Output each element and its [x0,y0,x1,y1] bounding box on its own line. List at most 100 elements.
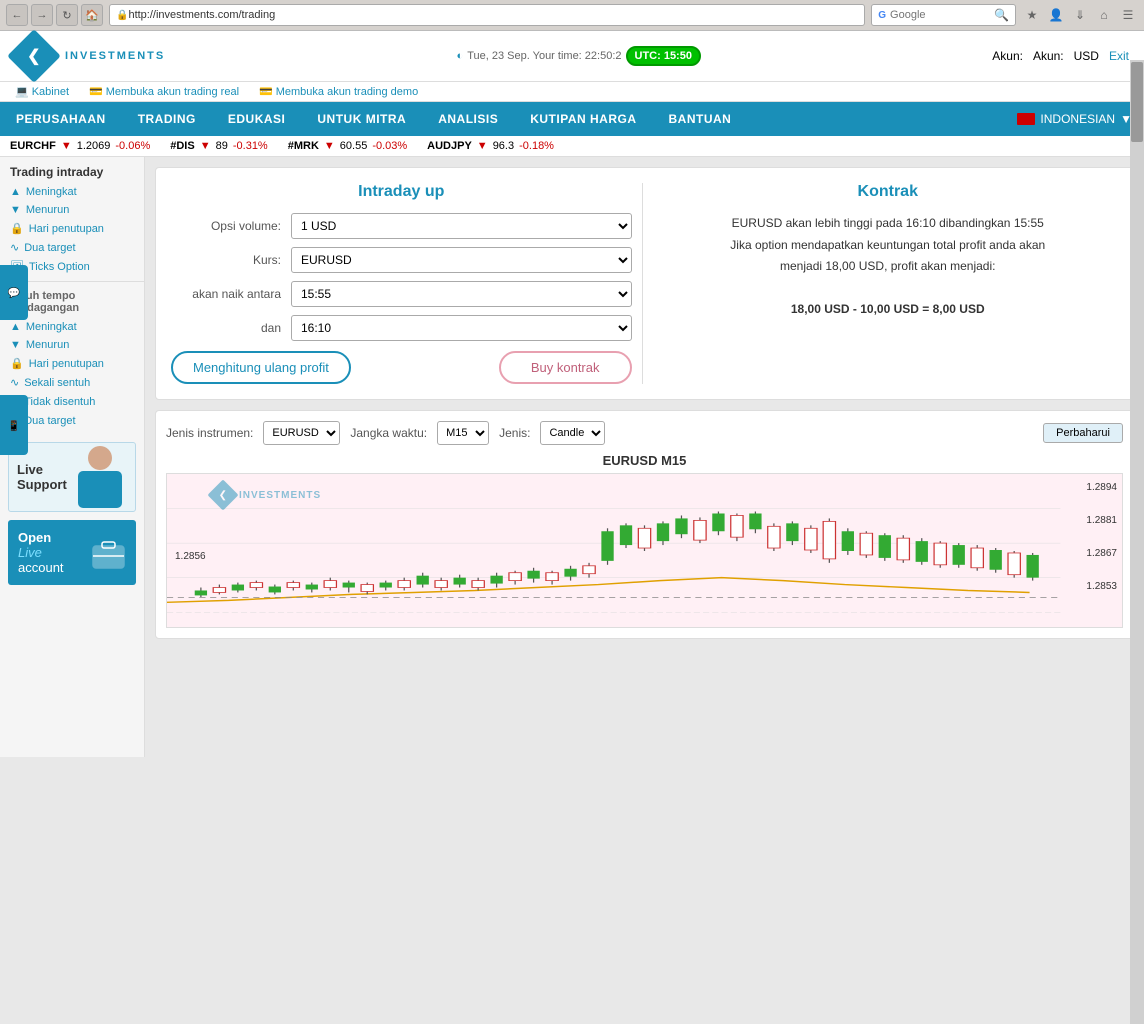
forward-button[interactable]: → [31,4,53,26]
nav-language[interactable]: INDONESIAN ▼ [1005,102,1144,136]
header-right: Akun: Akun: USD Exit [992,49,1129,63]
exit-link[interactable]: Exit [1109,49,1129,63]
contract-line4: 18,00 USD - 10,00 USD = 8,00 USD [658,299,1119,321]
chat-icon: 💬 [9,286,20,298]
sidebar-item-sekali-sentuh[interactable]: ∿ Sekali sentuh [0,373,144,392]
jenis-chart-select[interactable]: Candle [540,421,605,445]
ticker-chg: -0.18% [519,140,554,152]
sidebar-item-dua-target1[interactable]: ∿ Dua target [0,238,144,257]
chart-section: Jenis instrumen: EURUSD Jangka waktu: M1… [155,410,1134,639]
price-high: 1.2894 [1086,482,1117,493]
kurs-label: Kurs: [171,253,291,267]
logo-text: INVESTMENTS [65,50,165,62]
lock-icon: 🔒 [10,222,24,235]
header-links: 💻 Kabinet 💳 Membuka akun trading real 💳 … [0,82,1144,102]
back-button[interactable]: ← [6,4,28,26]
open-live-account-text: Live account [18,545,85,575]
sidebar-item-menurun1[interactable]: ▼ Menurun [0,201,144,219]
real-account-link[interactable]: 💳 Membuka akun trading real [89,85,239,98]
jenis-instrumen-label: Jenis instrumen: [166,426,253,440]
site-header: ❮ INVESTMENTS ◐ Tue, 23 Sep. Your time: … [0,31,1144,82]
nav-bantuan[interactable]: BANTUAN [653,102,748,136]
scrollbar-thumb[interactable] [1131,62,1143,142]
kurs-select[interactable]: EURUSD [291,247,632,273]
trading-container: Intraday up Opsi volume: 1 USD Kurs: EUR… [155,167,1134,400]
address-bar[interactable]: 🔒 http://investments.com/trading [109,4,865,26]
ticker-dis: #DIS ▼ 89 -0.31% [170,140,267,152]
dan-select[interactable]: 16:10 [291,315,632,341]
user-icon[interactable]: 👤 [1046,5,1066,25]
akan-naik-label: akan naik antara [171,287,291,301]
ticker-name: #MRK [288,140,319,152]
perbaharui-button[interactable]: Perbaharui [1043,423,1123,443]
ticker-name: #DIS [170,140,194,152]
sidebar-item-hari-penutupan1[interactable]: 🔒 Hari penutupan [0,219,144,238]
opsi-volume-select[interactable]: 1 USD [291,213,632,239]
nav-trading[interactable]: TRADING [122,102,212,136]
clock-icon: ◐ [457,50,464,62]
contract-section: Kontrak EURUSD akan lebih tinggi pada 16… [642,183,1119,384]
akan-naik-select[interactable]: 15:55 [291,281,632,307]
arrow-up-icon: ▲ [10,186,21,198]
arrow-up-icon2: ▲ [10,321,21,333]
nav-kutipan-harga[interactable]: KUTIPAN HARGA [514,102,652,136]
sidebar-item-hari-penutupan2[interactable]: 🔒 Hari penutupan [0,354,144,373]
sidebar-item-menurun2[interactable]: ▼ Menurun [0,336,144,354]
ticker-arrow: ▼ [477,140,488,152]
ticker-mrk: #MRK ▼ 60.55 -0.03% [288,140,407,152]
reload-button[interactable]: ↻ [56,4,78,26]
scrollbar[interactable] [1130,60,1144,1024]
support-person-image [70,443,130,511]
nav-analisis[interactable]: ANALISIS [422,102,514,136]
kabinet-link[interactable]: 💻 Kabinet [15,85,69,98]
menu-icon[interactable]: ☰ [1118,5,1138,25]
ticker-chg: -0.31% [233,140,268,152]
ticker-chg: -0.03% [372,140,407,152]
ticker-val: 89 [216,140,228,152]
logo-icon: ❮ [27,46,40,66]
phone-icon: 📱 [9,419,20,431]
real-account-icon: 💳 [89,85,103,98]
search-box[interactable]: G 🔍 [871,4,1016,26]
nav-perusahaan[interactable]: PERUSAHAAN [0,102,122,136]
phone-side-button[interactable]: 📱 [0,395,28,455]
wave-icon: ∿ [10,241,19,254]
opsi-volume-row: Opsi volume: 1 USD [171,213,632,239]
open-account-box[interactable]: Open Live account [8,520,136,585]
chat-side-button[interactable]: 💬 [0,265,28,320]
download-icon[interactable]: ⇓ [1070,5,1090,25]
search-icon[interactable]: 🔍 [994,8,1009,22]
ticker-arrow: ▼ [61,140,72,152]
home-nav-icon[interactable]: ⌂ [1094,5,1114,25]
ticker-name: EURCHF [10,140,56,152]
home-button[interactable]: 🏠 [81,4,103,26]
ticker-bar: EURCHF ▼ 1.2069 -0.06% #DIS ▼ 89 -0.31% … [0,136,1144,157]
support-subtitle: Support [17,477,67,492]
buy-kontrak-button[interactable]: Buy kontrak [499,351,632,384]
sidebar-item-meningkat1[interactable]: ▲ Meningkat [0,183,144,201]
demo-account-link[interactable]: 💳 Membuka akun trading demo [259,85,418,98]
left-price-label: 1.2856 [175,551,206,562]
demo-account-icon: 💳 [259,85,273,98]
arrow-down-icon2: ▼ [10,339,21,351]
bookmark-icon[interactable]: ★ [1022,5,1042,25]
contract-title: Kontrak [658,183,1119,201]
price-mid: 1.2867 [1086,548,1117,559]
header-time: ◐ Tue, 23 Sep. Your time: 22:50:2 UTC: 1… [457,46,701,66]
jenis-instrumen-select[interactable]: EURUSD [263,421,340,445]
sidebar-item-meningkat2[interactable]: ▲ Meningkat [0,318,144,336]
trading-intraday-title: Trading intraday [0,157,144,183]
jangka-waktu-select[interactable]: M15 [437,421,489,445]
price-low: 1.2853 [1086,581,1117,592]
nav-untuk-mitra[interactable]: UNTUK MITRA [301,102,422,136]
search-input[interactable] [890,9,990,21]
calculate-button[interactable]: Menghitung ulang profit [171,351,351,384]
contract-line1: EURUSD akan lebih tinggi pada 16:10 diba… [658,213,1119,235]
ticker-chg: -0.06% [115,140,150,152]
nav-edukasi[interactable]: EDUKASI [212,102,302,136]
chart-controls: Jenis instrumen: EURUSD Jangka waktu: M1… [166,421,1123,445]
main-nav: PERUSAHAAN TRADING EDUKASI UNTUK MITRA A… [0,102,1144,136]
open-text: Open [18,530,85,545]
ticker-arrow: ▼ [324,140,335,152]
support-title: Live [17,462,67,477]
